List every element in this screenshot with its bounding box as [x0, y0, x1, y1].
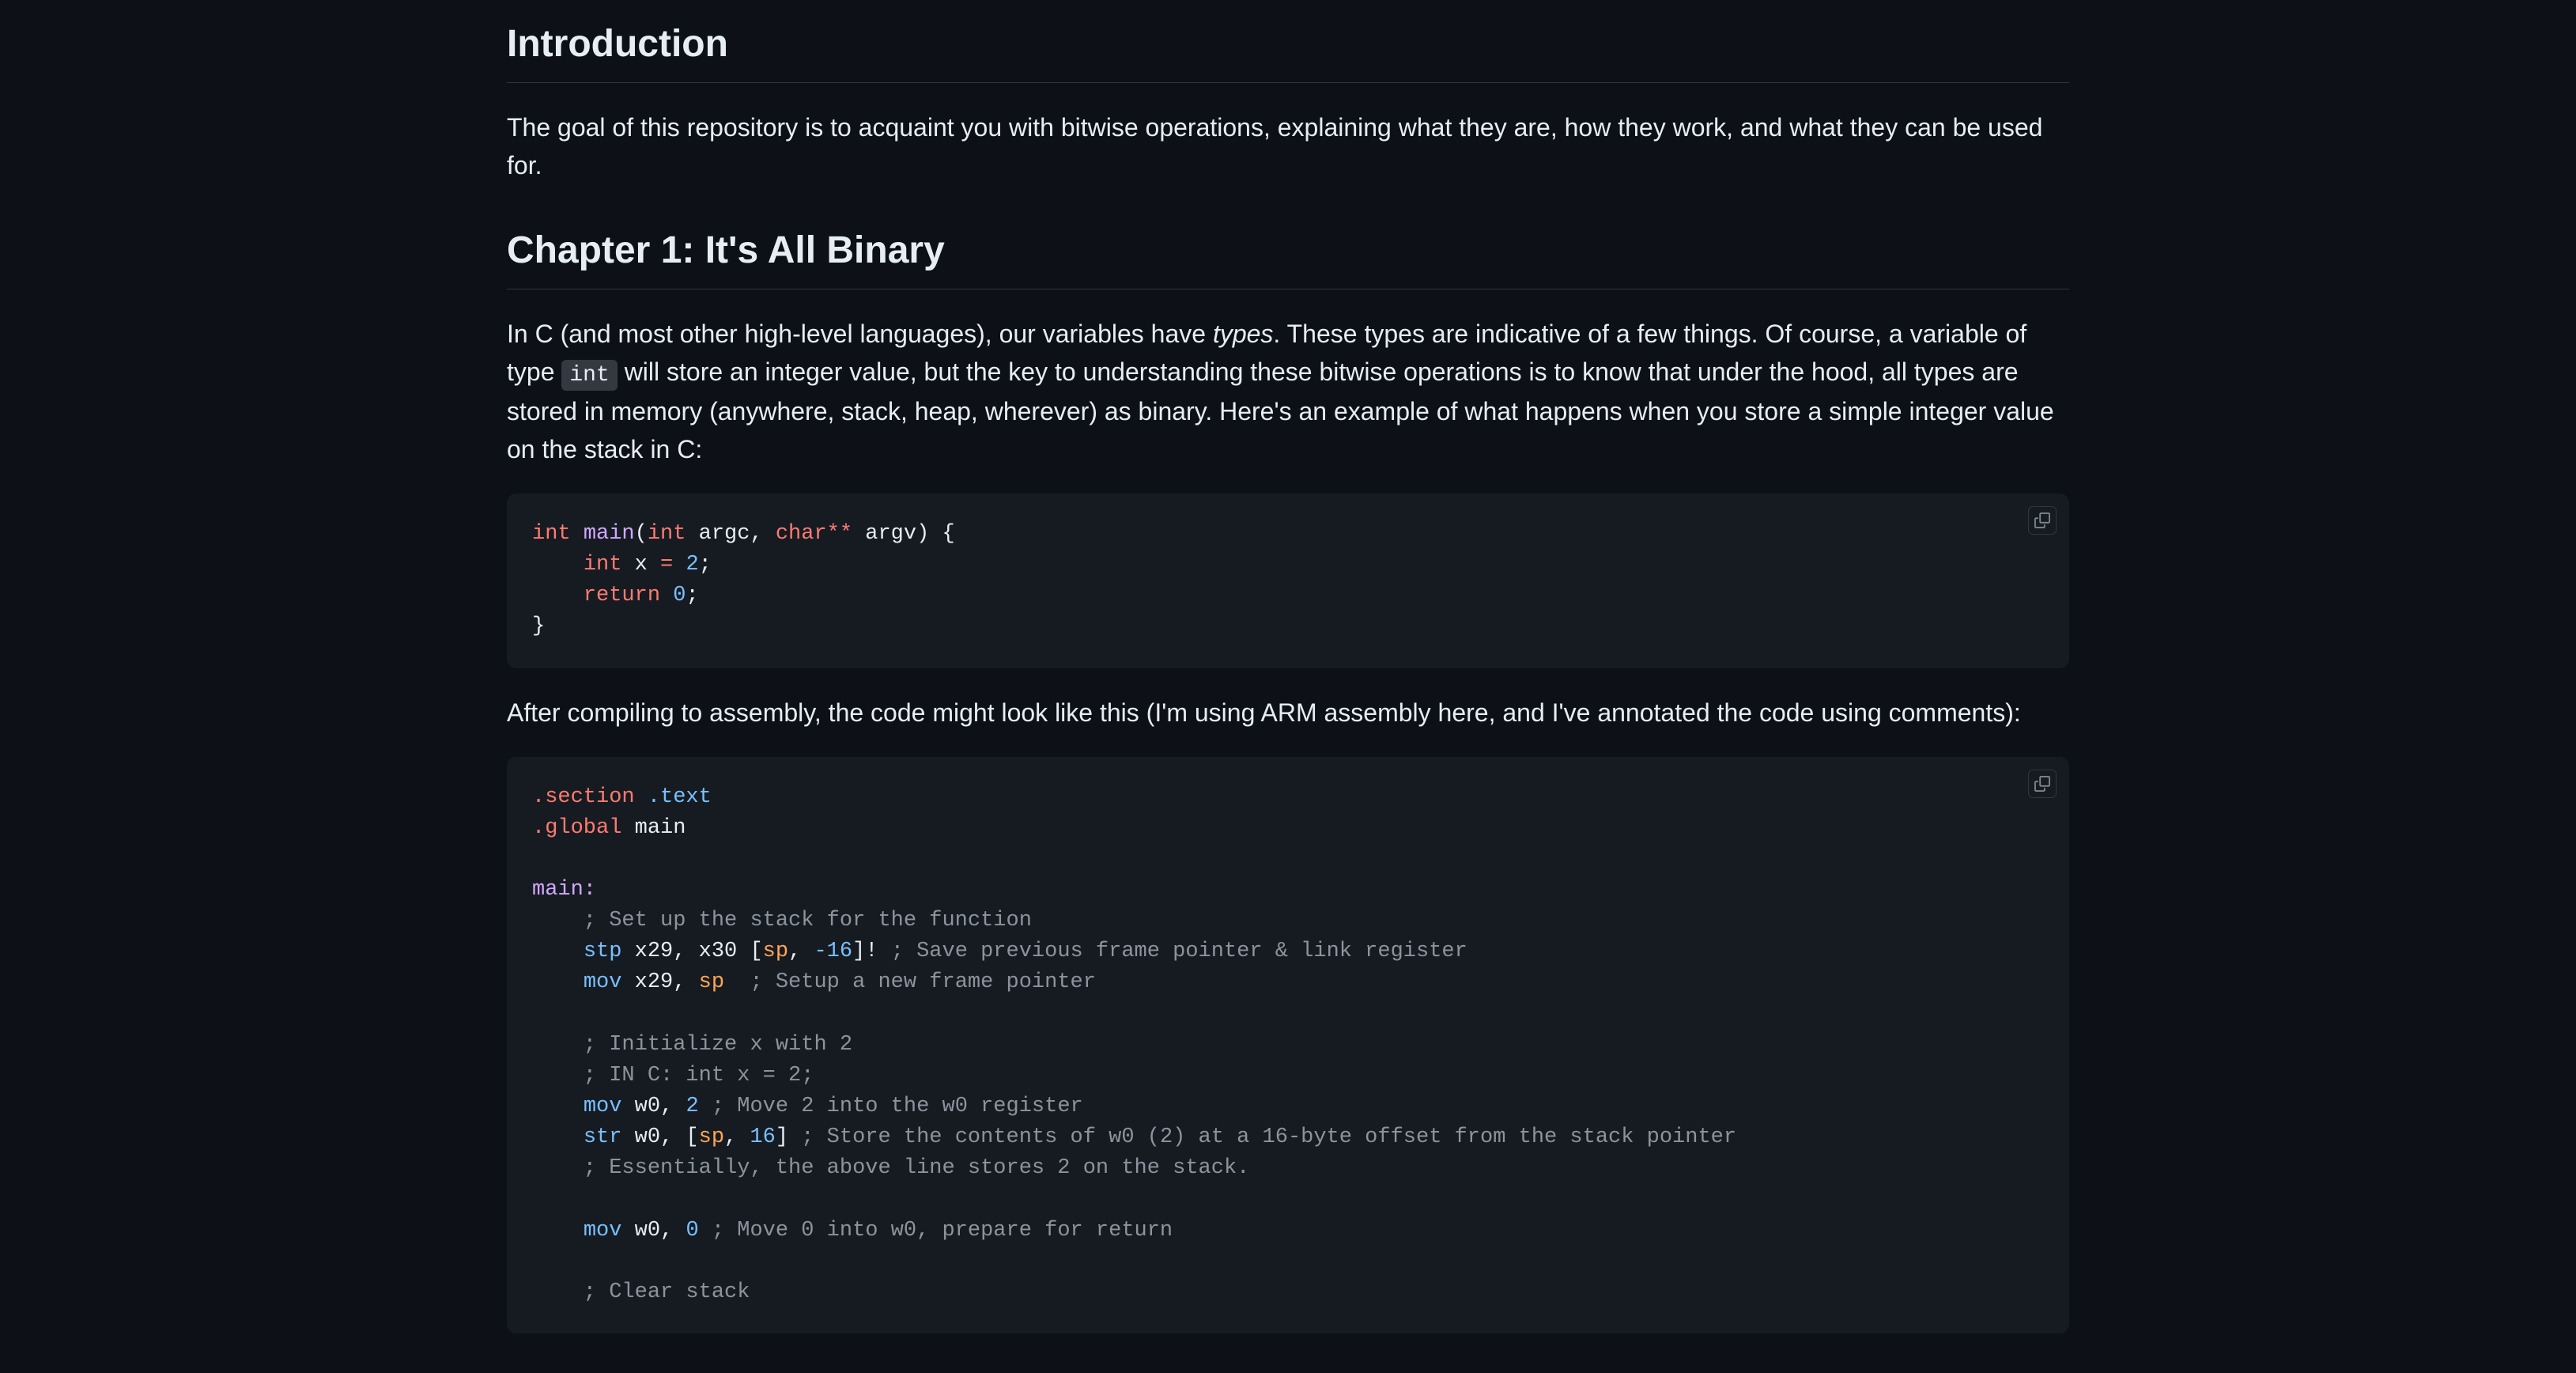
tok: ]!	[852, 940, 891, 963]
tok: w0, [	[621, 1125, 698, 1149]
intro-paragraph: The goal of this repository is to acquai…	[507, 108, 2069, 184]
tok: argc,	[686, 522, 775, 546]
tok: mov	[584, 970, 622, 994]
tok: -16	[814, 940, 852, 963]
tok: ; Setup a new frame pointer	[750, 970, 1095, 994]
heading-introduction: Introduction	[507, 16, 2069, 83]
tok: ; Move 2 into the w0 register	[712, 1095, 1083, 1118]
copy-icon	[2034, 776, 2050, 792]
text-fragment: will store an integer value, but the key…	[507, 357, 2054, 463]
tok: mov	[584, 1219, 622, 1243]
copy-button[interactable]	[2028, 770, 2057, 798]
tok: char	[776, 522, 827, 546]
tok: int	[584, 553, 622, 577]
tok	[699, 1219, 712, 1243]
tok: 2	[686, 553, 698, 577]
tok: sp	[699, 1125, 724, 1149]
tok: stp	[584, 940, 622, 963]
tok: x29,	[621, 970, 698, 994]
tok: .section	[532, 785, 635, 809]
code-content-c: int main(int argc, char** argv) { int x …	[507, 494, 2069, 668]
tok: .global	[532, 816, 621, 840]
tok: ;	[686, 584, 698, 607]
tok: ,	[724, 1125, 750, 1149]
copy-icon	[2034, 513, 2050, 528]
tok: ; Save previous frame pointer & link reg…	[891, 940, 1467, 963]
tok: ; Set up the stack for the function	[532, 909, 1032, 932]
tok: }	[532, 615, 545, 638]
tok	[699, 1095, 712, 1118]
tok	[660, 584, 673, 607]
tok: .text	[635, 785, 712, 809]
code-block-c: int main(int argc, char** argv) { int x …	[507, 494, 2069, 668]
tok: main:	[532, 878, 596, 902]
tok: ; Initialize x with 2	[532, 1033, 852, 1057]
inline-code-int: int	[561, 360, 617, 391]
tok	[724, 970, 750, 994]
types-emphasis: types	[1213, 320, 1273, 348]
code-block-asm: .section .text .global main main: ; Set …	[507, 757, 2069, 1333]
tok: (	[635, 522, 648, 546]
tok: sp	[699, 970, 724, 994]
tok: 2	[686, 1095, 698, 1118]
tok: return	[584, 584, 660, 607]
copy-button[interactable]	[2028, 506, 2057, 535]
tok: main	[584, 522, 635, 546]
chapter1-paragraph-2: After compiling to assembly, the code mi…	[507, 694, 2069, 732]
tok: str	[584, 1125, 622, 1149]
tok: 0	[686, 1219, 698, 1243]
tok	[673, 553, 686, 577]
tok: =	[660, 553, 673, 577]
tok: x	[621, 553, 660, 577]
tok: ]	[776, 1125, 801, 1149]
chapter1-paragraph-1: In C (and most other high-level language…	[507, 315, 2069, 468]
tok: 16	[750, 1125, 775, 1149]
tok: int	[648, 522, 686, 546]
tok: main	[621, 816, 686, 840]
tok: ;	[699, 553, 712, 577]
code-content-asm: .section .text .global main main: ; Set …	[507, 757, 2069, 1333]
tok: ,	[788, 940, 814, 963]
tok: w0,	[621, 1095, 686, 1118]
tok	[532, 584, 584, 607]
tok: ; Move 0 into w0, prepare for return	[712, 1219, 1173, 1243]
text-fragment: In C (and most other high-level language…	[507, 320, 1213, 348]
tok: argv) {	[852, 522, 955, 546]
tok: ; Essentially, the above line stores 2 o…	[532, 1156, 1249, 1180]
tok: mov	[584, 1095, 622, 1118]
heading-chapter-1: Chapter 1: It's All Binary	[507, 222, 2069, 289]
tok: sp	[763, 940, 788, 963]
tok: ; Store the contents of w0 (2) at a 16-b…	[801, 1125, 1736, 1149]
tok: 0	[673, 584, 686, 607]
tok	[532, 553, 584, 577]
tok: ; Clear stack	[532, 1280, 750, 1304]
tok: **	[827, 522, 852, 546]
tok: ; IN C: int x = 2;	[532, 1064, 814, 1087]
tok: x29, x30 [	[621, 940, 762, 963]
tok: w0,	[621, 1219, 686, 1243]
tok: int	[532, 522, 571, 546]
